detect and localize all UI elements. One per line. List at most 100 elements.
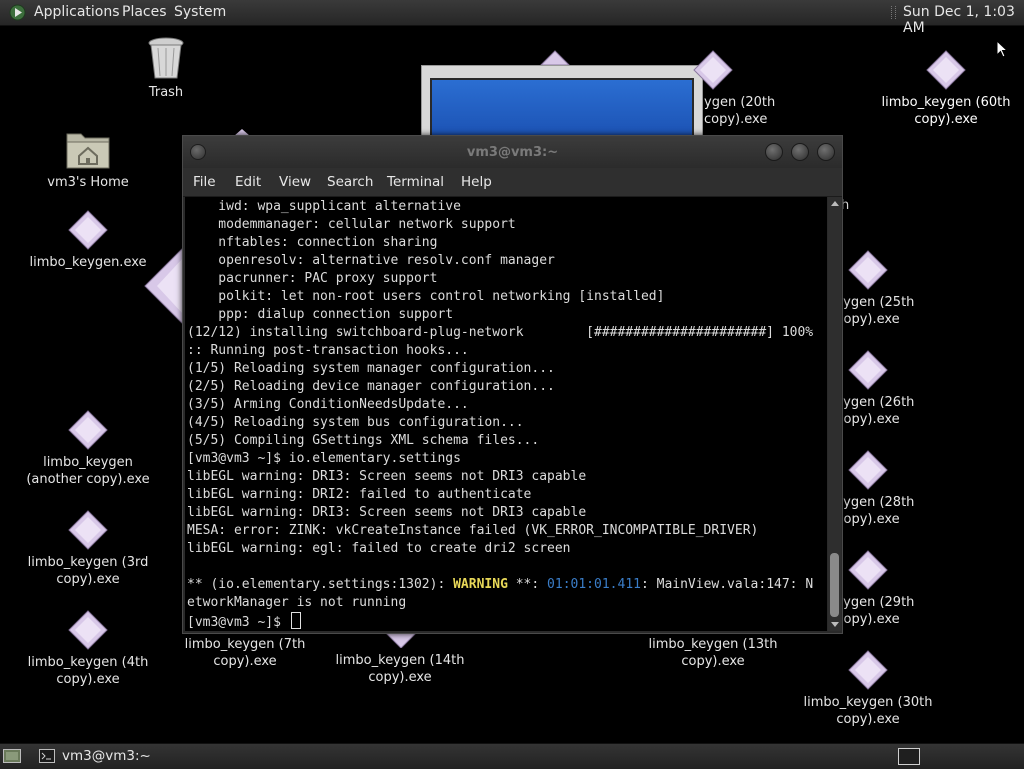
close-button[interactable] <box>817 143 835 161</box>
terminal-line: (12/12) installing switchboard-plug-netw… <box>187 325 814 340</box>
desktop-icon-limbo-keygen-4th-copy[interactable]: limbo_keygen (4th copy).exe <box>23 610 153 688</box>
terminal-line: :: Running post-transaction hooks... <box>187 343 469 358</box>
panel-separator <box>891 6 896 19</box>
minimize-button[interactable] <box>765 143 783 161</box>
taskbar-item-terminal[interactable]: vm3@vm3:~ <box>36 746 236 766</box>
terminal-menubar: File Edit View Search Terminal Help <box>183 168 842 197</box>
maximize-button[interactable] <box>791 143 809 161</box>
workspace-switcher[interactable] <box>898 748 920 765</box>
menu-help[interactable]: Help <box>461 174 492 190</box>
executable-diamond-icon <box>68 510 108 550</box>
desktop-icon-label: limbo_keygen (4th copy).exe <box>27 655 149 687</box>
desktop-icon-label: limbo_keygen (60th copy).exe <box>881 95 1011 127</box>
terminal-titlebar[interactable]: vm3@vm3:~ <box>183 136 842 168</box>
terminal-output[interactable]: iwd: wpa_supplicant alternative modemman… <box>185 197 827 631</box>
terminal-line: [vm3@vm3 ~]$ io.elementary.settings <box>187 451 461 466</box>
desktop-icon-home[interactable]: vm3's Home <box>23 128 153 191</box>
home-folder-icon <box>66 133 110 169</box>
executable-diamond-icon <box>848 450 888 490</box>
terminal-scrollbar[interactable] <box>828 197 841 631</box>
desktop-icon-limbo-keygen[interactable]: limbo_keygen.exe <box>23 210 153 271</box>
executable-diamond-icon <box>68 410 108 450</box>
terminal-line: libEGL warning: DRI2: failed to authenti… <box>187 487 532 502</box>
terminal-window[interactable]: vm3@vm3:~ File Edit View Search Terminal… <box>182 135 843 634</box>
desktop-icon-label: ygen (20th copy).exe <box>704 95 776 127</box>
terminal-prompt-line: [vm3@vm3 ~]$ <box>187 612 301 630</box>
desktop-icon-limbo-keygen-3rd-copy[interactable]: limbo_keygen (3rd copy).exe <box>23 510 153 588</box>
terminal-line: iwd: wpa_supplicant alternative <box>187 199 461 214</box>
terminal-line: ppp: dialup connection support <box>187 307 454 322</box>
desktop-icon-label: limbo_keygen (another copy).exe <box>26 455 150 487</box>
executable-diamond-icon <box>68 610 108 650</box>
desktop-icon-limbo-keygen-60th-copy[interactable]: limbo_keygen (60th copy).exe <box>881 50 1011 128</box>
menu-file[interactable]: File <box>193 174 216 190</box>
terminal-line: (1/5) Reloading system manager configura… <box>187 361 555 376</box>
terminal-cursor <box>290 612 301 629</box>
terminal-line: libEGL warning: DRI3: Screen seems not D… <box>187 505 587 520</box>
desktop-icon-limbo-keygen-20th-copy[interactable]: ygen (20th copy).exe <box>648 50 778 128</box>
terminal-line: openresolv: alternative resolv.conf mana… <box>187 253 555 268</box>
desktop-icon-limbo-keygen-14th-copy[interactable]: limbo_keygen (14th copy).exe <box>335 652 465 686</box>
scroll-down-arrow-icon[interactable] <box>831 622 839 627</box>
desktop-icon-label: limbo_keygen (3rd copy).exe <box>27 555 149 587</box>
mouse-pointer-icon <box>996 40 1008 58</box>
executable-diamond-icon <box>926 50 966 90</box>
terminal-line: (2/5) Reloading device manager configura… <box>187 379 555 394</box>
top-panel: Applications Places System Sun Dec 1, 1:… <box>0 0 1024 36</box>
terminal-line: (5/5) Compiling GSettings XML schema fil… <box>187 433 540 448</box>
terminal-line: MESA: error: ZINK: vkCreateInstance fail… <box>187 523 759 538</box>
partial-diamond-icon <box>384 632 418 648</box>
taskbar-item-label: vm3@vm3:~ <box>62 748 151 764</box>
executable-diamond-icon <box>693 50 733 90</box>
terminal-warning-line: ** (io.elementary.settings:1302): WARNIN… <box>187 576 813 594</box>
terminal-line: polkit: let non-root users control netwo… <box>187 289 665 304</box>
scrollbar-thumb[interactable] <box>830 553 839 617</box>
desktop-icon-label: Trash <box>148 85 184 100</box>
desktop-icon-trash[interactable]: Trash <box>101 36 231 101</box>
executable-diamond-icon <box>848 650 888 690</box>
desktop-icon-limbo-keygen-13th-copy[interactable]: limbo_keygen (13th copy).exe <box>648 632 778 670</box>
menu-view[interactable]: View <box>279 174 311 190</box>
terminal-line: (4/5) Reloading system bus configuration… <box>187 415 524 430</box>
desktop-icon-label: limbo_keygen (14th copy).exe <box>335 653 465 685</box>
terminal-prompt: [vm3@vm3 ~]$ <box>187 615 289 630</box>
menu-search[interactable]: Search <box>327 174 373 190</box>
terminal-line: libEGL warning: DRI3: Screen seems not D… <box>187 469 587 484</box>
terminal-line: nftables: connection sharing <box>187 235 438 250</box>
bottom-panel: vm3@vm3:~ <box>0 743 1024 769</box>
desktop-icon-label: limbo_keygen (30th copy).exe <box>803 695 933 727</box>
terminal-line: libEGL warning: egl: failed to create dr… <box>187 541 571 556</box>
menu-terminal[interactable]: Terminal <box>387 174 444 190</box>
clock[interactable]: Sun Dec 1, 1:03 AM <box>903 4 1024 36</box>
applications-menu[interactable]: Applications <box>34 4 120 20</box>
desktop-icon-label: limbo_keygen.exe <box>29 255 147 270</box>
terminal-line: (3/5) Arming ConditionNeedsUpdate... <box>187 397 469 412</box>
desktop-icon-limbo-keygen-7th-copy[interactable]: limbo_keygen (7th copy).exe <box>180 632 310 670</box>
executable-diamond-icon <box>848 550 888 590</box>
partial-diamond-icon <box>144 248 183 324</box>
menu-edit[interactable]: Edit <box>235 174 261 190</box>
desktop-icon-limbo-keygen-another-copy[interactable]: limbo_keygen (another copy).exe <box>23 410 153 488</box>
terminal-line: pacrunner: PAC proxy support <box>187 271 438 286</box>
scroll-up-arrow-icon[interactable] <box>831 201 839 206</box>
desktop-icon-limbo-keygen-30th-copy[interactable]: limbo_keygen (30th copy).exe <box>803 650 933 728</box>
warning-prefix: ** (io.elementary.settings:1302): <box>187 577 454 592</box>
desktop-icon-label: limbo_keygen (13th copy).exe <box>648 637 778 669</box>
warning-mid: **: <box>507 577 548 592</box>
places-menu[interactable]: Places <box>122 4 167 20</box>
warning-suffix: : MainView.vala:147: N <box>640 577 814 592</box>
system-menu[interactable]: System <box>174 4 226 20</box>
applications-menu-icon[interactable] <box>9 4 26 21</box>
show-desktop-icon[interactable] <box>3 749 21 763</box>
partial-diamond-icon <box>540 50 570 66</box>
trash-icon <box>148 37 184 79</box>
terminal-line: etworkManager is not running <box>187 595 407 610</box>
executable-diamond-icon <box>848 250 888 290</box>
desktop-icon-label: vm3's Home <box>47 175 129 190</box>
desktop-icon-label: limbo_keygen (7th copy).exe <box>184 637 306 669</box>
terminal-icon <box>39 749 55 763</box>
warning-level: WARNING <box>453 577 508 592</box>
terminal-line: modemmanager: cellular network support <box>187 217 516 232</box>
terminal-title: vm3@vm3:~ <box>466 145 559 160</box>
executable-diamond-icon <box>848 350 888 390</box>
